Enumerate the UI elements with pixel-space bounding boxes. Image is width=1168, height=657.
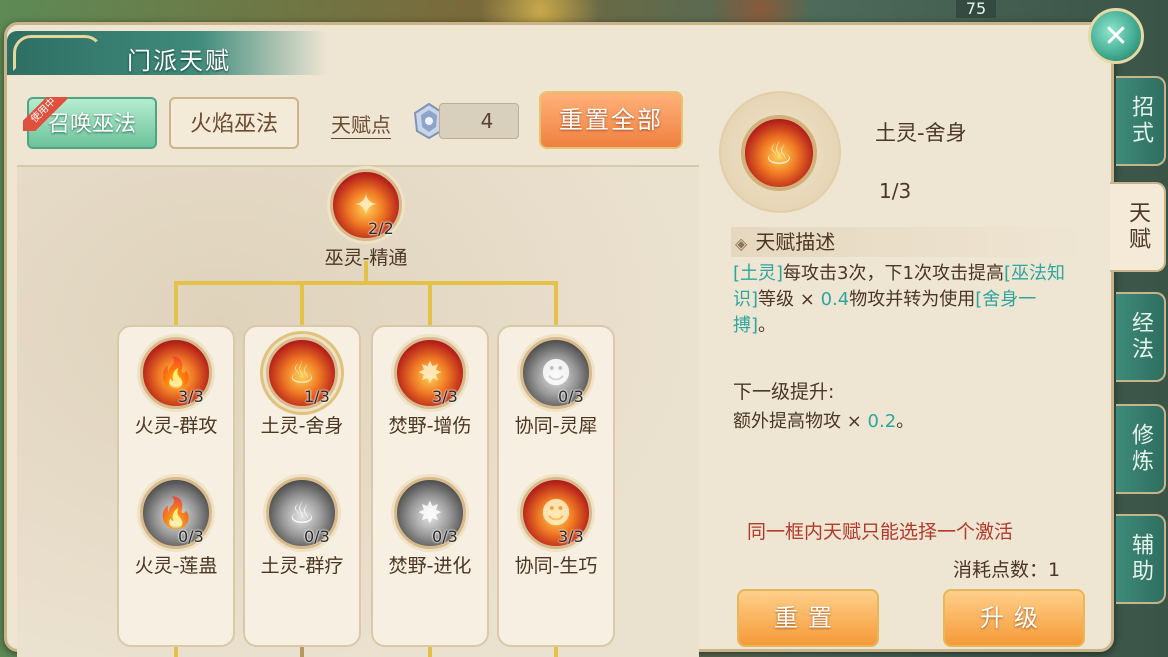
talent-panel: 门派天赋 召唤巫法 使用中 火焰巫法 天赋点 4 重置全部 ✦ 2/2 巫灵-精… bbox=[4, 22, 1114, 657]
description-text: 等级 × bbox=[758, 289, 821, 310]
detail-talent-name: 土灵-舍身 bbox=[875, 121, 967, 145]
talent-name: 土灵-舍身 bbox=[260, 415, 344, 437]
connector-line bbox=[174, 281, 178, 325]
talent-count: 3/3 bbox=[178, 387, 204, 406]
talent-name: 焚野-进化 bbox=[388, 555, 472, 577]
talent-count: 3/3 bbox=[558, 527, 584, 546]
upgrade-button[interactable]: 升级 bbox=[943, 589, 1085, 647]
school-tab-flame[interactable]: 火焰巫法 bbox=[169, 97, 299, 149]
level-badge: 75 bbox=[956, 0, 996, 18]
value-text: 0.4 bbox=[820, 289, 850, 310]
side-tab-talent[interactable]: 天赋 bbox=[1110, 182, 1166, 272]
description-text: 。 bbox=[758, 315, 777, 336]
talent-node-fire-lotus[interactable]: 🔥 0/3 火灵-莲蛊 bbox=[126, 477, 226, 578]
side-tab-cultivation[interactable]: 修炼 bbox=[1116, 404, 1166, 494]
talent-description: [土灵]每攻击3次，下1次攻击提高[巫法知识]等级 × 0.4物攻并转为使用[舍… bbox=[733, 261, 1079, 339]
side-tab-assist[interactable]: 辅助 bbox=[1116, 514, 1166, 604]
talent-node-wildfire-damage[interactable]: ✸ 3/3 焚野-增伤 bbox=[380, 337, 480, 438]
title-ornament-icon bbox=[13, 35, 103, 71]
reset-button[interactable]: 重置 bbox=[737, 589, 879, 647]
description-header: ◈ 天赋描述 bbox=[731, 227, 1087, 257]
description-text: 物攻并转为使用 bbox=[849, 289, 976, 310]
talent-points-label: 天赋点 bbox=[331, 109, 391, 139]
talent-node-synergy-link[interactable]: ☻ 0/3 协同-灵犀 bbox=[506, 337, 606, 438]
talent-count: 2/2 bbox=[368, 219, 394, 238]
talent-name: 协同-灵犀 bbox=[514, 415, 598, 437]
talent-count: 3/3 bbox=[432, 387, 458, 406]
talent-name: 火灵-群攻 bbox=[134, 415, 218, 437]
detail-talent-level: 1/3 bbox=[879, 179, 912, 203]
side-tab-scripture[interactable]: 经法 bbox=[1116, 292, 1166, 382]
talent-node-fire-aoe[interactable]: 🔥 3/3 火灵-群攻 bbox=[126, 337, 226, 438]
connector-line bbox=[554, 281, 558, 325]
talent-count: 0/3 bbox=[432, 527, 458, 546]
keyword-text: [土灵] bbox=[733, 263, 784, 284]
talent-name: 巫灵-精通 bbox=[324, 247, 408, 269]
activation-warning: 同一框内天赋只能选择一个激活 bbox=[747, 521, 1014, 543]
value-text: 0.2 bbox=[867, 411, 897, 432]
talent-detail-area: ♨ 土灵-舍身 1/3 ◈ 天赋描述 [土灵]每攻击3次，下1次攻击提高[巫法知识… bbox=[707, 71, 1107, 657]
talent-name: 土灵-群疗 bbox=[260, 555, 344, 577]
connector-line bbox=[428, 281, 432, 325]
flame-icon: ♨ bbox=[741, 115, 817, 191]
talent-count: 0/3 bbox=[558, 387, 584, 406]
diamond-bullet-icon: ◈ bbox=[735, 234, 748, 253]
side-tab-moves[interactable]: 招式 bbox=[1116, 76, 1166, 166]
next-level-desc: 。 bbox=[896, 411, 915, 432]
close-icon[interactable]: ✕ bbox=[1088, 8, 1144, 64]
in-use-badge: 使用中 bbox=[23, 97, 67, 131]
talent-node-root[interactable]: ✦ 2/2 巫灵-精通 bbox=[316, 169, 416, 270]
talent-node-earth-heal[interactable]: ♨ 0/3 土灵-群疗 bbox=[252, 477, 352, 578]
connector-line bbox=[300, 281, 304, 325]
next-level-desc: 额外提高物攻 × bbox=[733, 411, 868, 432]
talent-tree-area: 召唤巫法 使用中 火焰巫法 天赋点 4 重置全部 ✦ 2/2 巫灵-精通 🔥 3… bbox=[17, 67, 699, 657]
description-text: 每攻击3次，下1次攻击提高 bbox=[783, 263, 1004, 284]
talent-count: 1/3 bbox=[304, 387, 330, 406]
talent-node-wildfire-evolve[interactable]: ✸ 0/3 焚野-进化 bbox=[380, 477, 480, 578]
next-level-text: 额外提高物攻 × 0.2。 bbox=[733, 407, 914, 433]
talent-points-value: 4 bbox=[439, 103, 519, 139]
reset-all-button[interactable]: 重置全部 bbox=[539, 91, 683, 149]
next-level-title: 下一级提升: bbox=[733, 381, 835, 403]
talent-node-synergy-skill[interactable]: ☻ 3/3 协同-生巧 bbox=[506, 477, 606, 578]
talent-name: 火灵-莲蛊 bbox=[134, 555, 218, 577]
talent-count: 0/3 bbox=[304, 527, 330, 546]
talent-count: 0/3 bbox=[178, 527, 204, 546]
talent-name: 焚野-增伤 bbox=[388, 415, 472, 437]
talent-name: 协同-生巧 bbox=[514, 555, 598, 577]
description-header-label: 天赋描述 bbox=[755, 230, 836, 254]
talent-node-earth-sacrifice[interactable]: ♨ 1/3 土灵-舍身 bbox=[252, 337, 352, 438]
cost-points: 消耗点数：1 bbox=[953, 559, 1061, 581]
